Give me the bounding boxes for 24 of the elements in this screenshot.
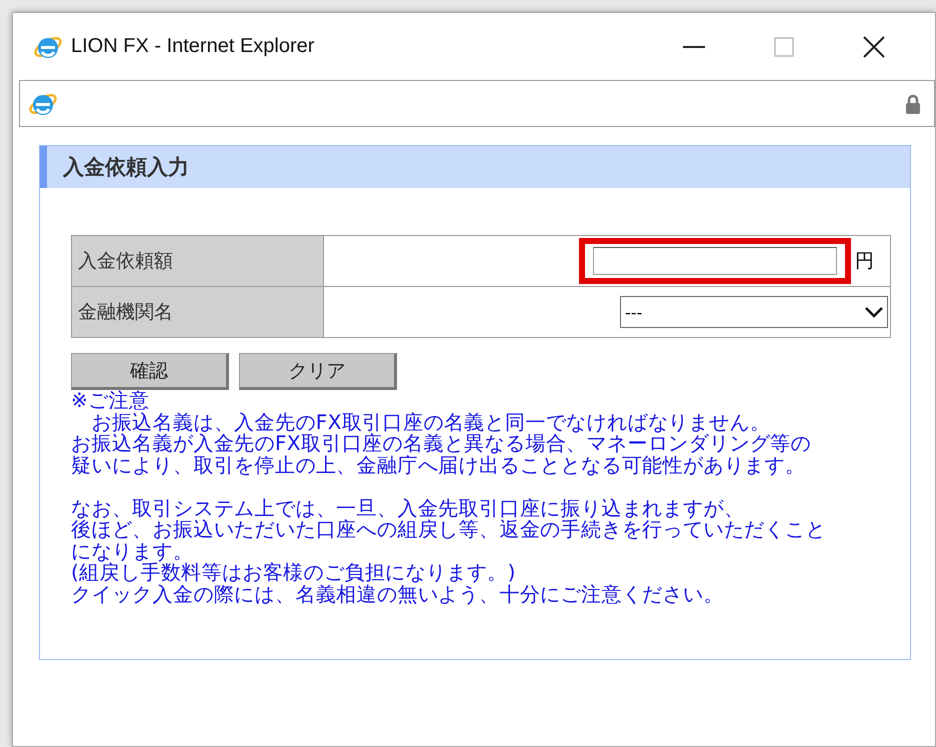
close-icon	[863, 36, 885, 58]
chevron-down-icon	[865, 306, 883, 318]
window-title: LION FX - Internet Explorer	[71, 35, 316, 58]
notice-line: お振込名義は、入金先のFX取引口座の名義と同一でなければなりません。	[90, 412, 772, 433]
notice-line: 疑いにより、取引を停止の上、金融庁へ届け出ることとなる可能性があります。	[71, 454, 806, 476]
field-label: 金融機関名	[78, 300, 173, 325]
bank-select[interactable]: ---	[620, 296, 888, 328]
notice-line: お振込名義が入金先のFX取引口座の名義と異なる場合、マネーロンダリング等の	[71, 433, 812, 454]
notice-line: (組戻し手数料等はお客様のご負担になります。)	[71, 562, 517, 584]
confirm-button[interactable]: 確認	[71, 353, 229, 390]
field-label: 入金依頼額	[78, 249, 173, 274]
notice-heading: ※ご注意	[71, 390, 150, 412]
notice-line: 後ほど、お振込いただいた口座への組戻し等、返金の手続きを行っていただくこと	[71, 519, 827, 540]
maximize-icon	[774, 36, 794, 56]
address-bar[interactable]	[19, 80, 935, 127]
lock-icon	[906, 94, 920, 114]
amount-input[interactable]	[593, 247, 837, 275]
notice-line: クイック入金の際には、名義相違の無いよう、十分にご注意ください。	[71, 584, 725, 605]
notice-line: になります。	[71, 540, 194, 562]
clear-button[interactable]: クリア	[239, 353, 397, 390]
minimize-icon	[683, 44, 705, 48]
notice-line: なお、取引システム上では、一旦、入金先取引口座に振り込まれますが、	[71, 498, 746, 519]
panel-title: 入金依頼入力	[40, 146, 910, 188]
currency-unit: 円	[855, 249, 874, 274]
